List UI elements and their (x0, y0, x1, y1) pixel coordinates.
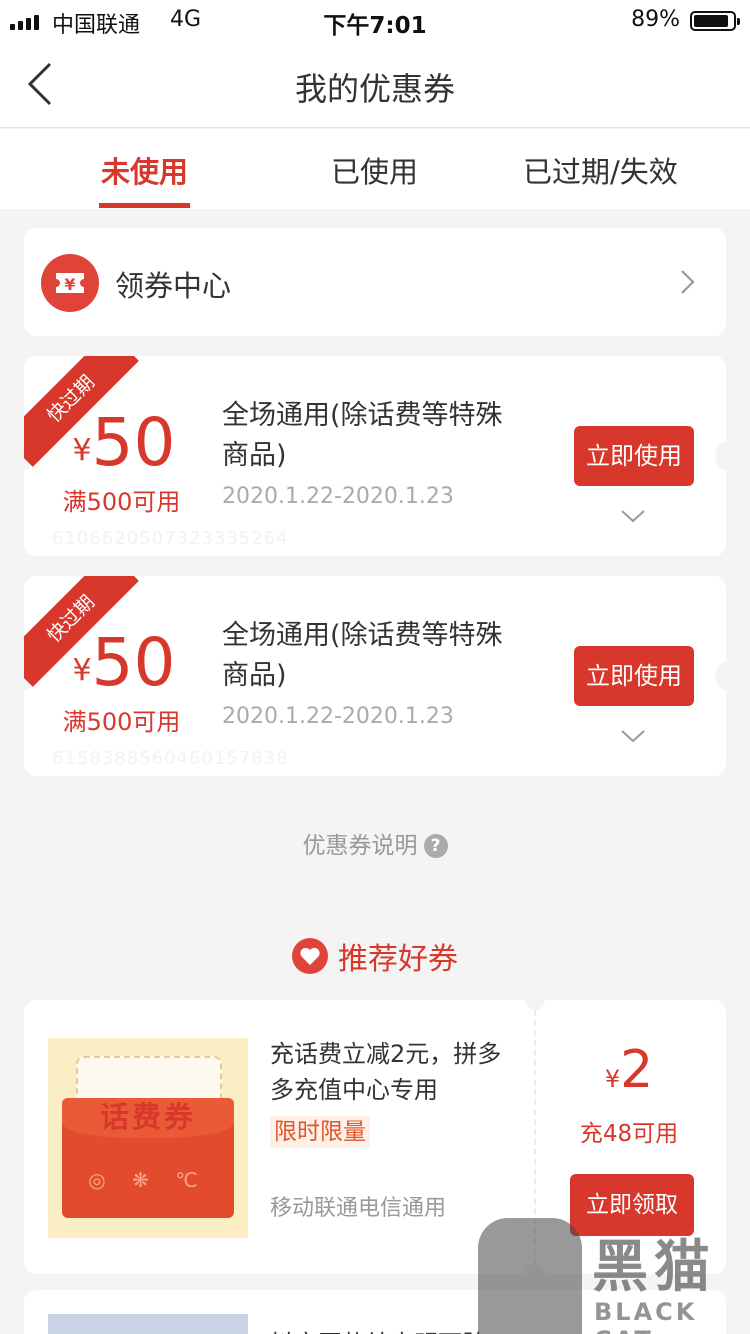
coupon-id: 6158388560460157838 (52, 748, 289, 769)
coupon-title: 全场通用(除话费等特殊商品) (222, 400, 503, 471)
watermark: 黑猫 BLACK CAT (478, 1218, 750, 1334)
coupon-amount: ¥50 (72, 624, 176, 701)
coupon-date: 2020.1.22-2020.1.23 (222, 704, 454, 729)
recommend-title: 推荐好券 (338, 942, 458, 977)
watermark-cn: 黑猫 (592, 1235, 716, 1300)
battery-icon (690, 11, 740, 31)
page-title: 我的优惠券 (294, 70, 455, 108)
carrier-logos-icon: ◎ ❋ ℃ (88, 1168, 208, 1192)
coupon-condition: 满500可用 (62, 708, 181, 736)
product-image (48, 1314, 248, 1334)
chevron-down-icon[interactable] (620, 508, 646, 524)
recommend-coupon-title: 充话费立减2元，拼多多充值中心专用 (270, 1040, 502, 1104)
heart-icon (292, 938, 328, 974)
coupon-help-label: 优惠券说明 (302, 833, 418, 859)
use-now-button[interactable]: 立即使用 (574, 426, 694, 486)
ticket-icon: ¥ (41, 254, 99, 312)
recommend-coupon-condition: 充48可用 (579, 1121, 679, 1147)
recommend-heading: 推荐好券 (0, 934, 750, 978)
coupon-title: 全场通用(除话费等特殊商品) (222, 620, 503, 691)
tab-expired[interactable]: 已过期/失效 (523, 149, 678, 209)
recommend-coupon-amount: ¥2 (604, 1040, 654, 1100)
chevron-right-icon (681, 270, 695, 294)
coupon-date: 2020.1.22-2020.1.23 (222, 484, 454, 509)
coupon-card: 快过期 ¥50 满500可用 全场通用(除话费等特殊商品) 2020.1.22-… (24, 576, 726, 776)
svg-text:¥: ¥ (64, 275, 75, 294)
cat-logo-icon (478, 1218, 582, 1334)
phone-bill-coupon-image: 话费券 ◎ ❋ ℃ (48, 1038, 248, 1238)
coupon-center-label: 领券中心 (115, 269, 232, 303)
chevron-down-icon[interactable] (620, 728, 646, 744)
nav-bar: 我的优惠券 (0, 40, 750, 128)
coupon-id: 6106620507323335264 (52, 528, 289, 549)
status-bar: 中国联通 4G 下午7:01 89% (0, 0, 750, 40)
recommend-coupon-subtext: 移动联通电信通用 (270, 1196, 447, 1221)
use-now-button[interactable]: 立即使用 (574, 646, 694, 706)
coupon-condition: 满500可用 (62, 488, 181, 516)
battery-percent: 89% (631, 7, 680, 32)
coupon-center-row[interactable]: ¥ 领券中心 (24, 228, 726, 336)
question-icon: ? (423, 834, 448, 858)
limited-tag: 限时限量 (270, 1116, 370, 1148)
coupon-help-link[interactable]: 优惠券说明? (0, 826, 750, 860)
watermark-en: BLACK CAT (594, 1298, 698, 1334)
tab-used[interactable]: 已使用 (331, 149, 418, 209)
tab-bar: 未使用 已使用 已过期/失效 (0, 129, 750, 209)
active-tab-indicator (99, 203, 190, 208)
recommend-coupon-title: 抖音同款结尖明丽肤 (270, 1324, 486, 1334)
tab-unused[interactable]: 未使用 (101, 149, 188, 209)
coupon-amount: ¥50 (72, 404, 176, 481)
image-label: 话费券 (99, 1100, 196, 1134)
coupon-card: 快过期 ¥50 满500可用 全场通用(除话费等特殊商品) 2020.1.22-… (24, 356, 726, 556)
